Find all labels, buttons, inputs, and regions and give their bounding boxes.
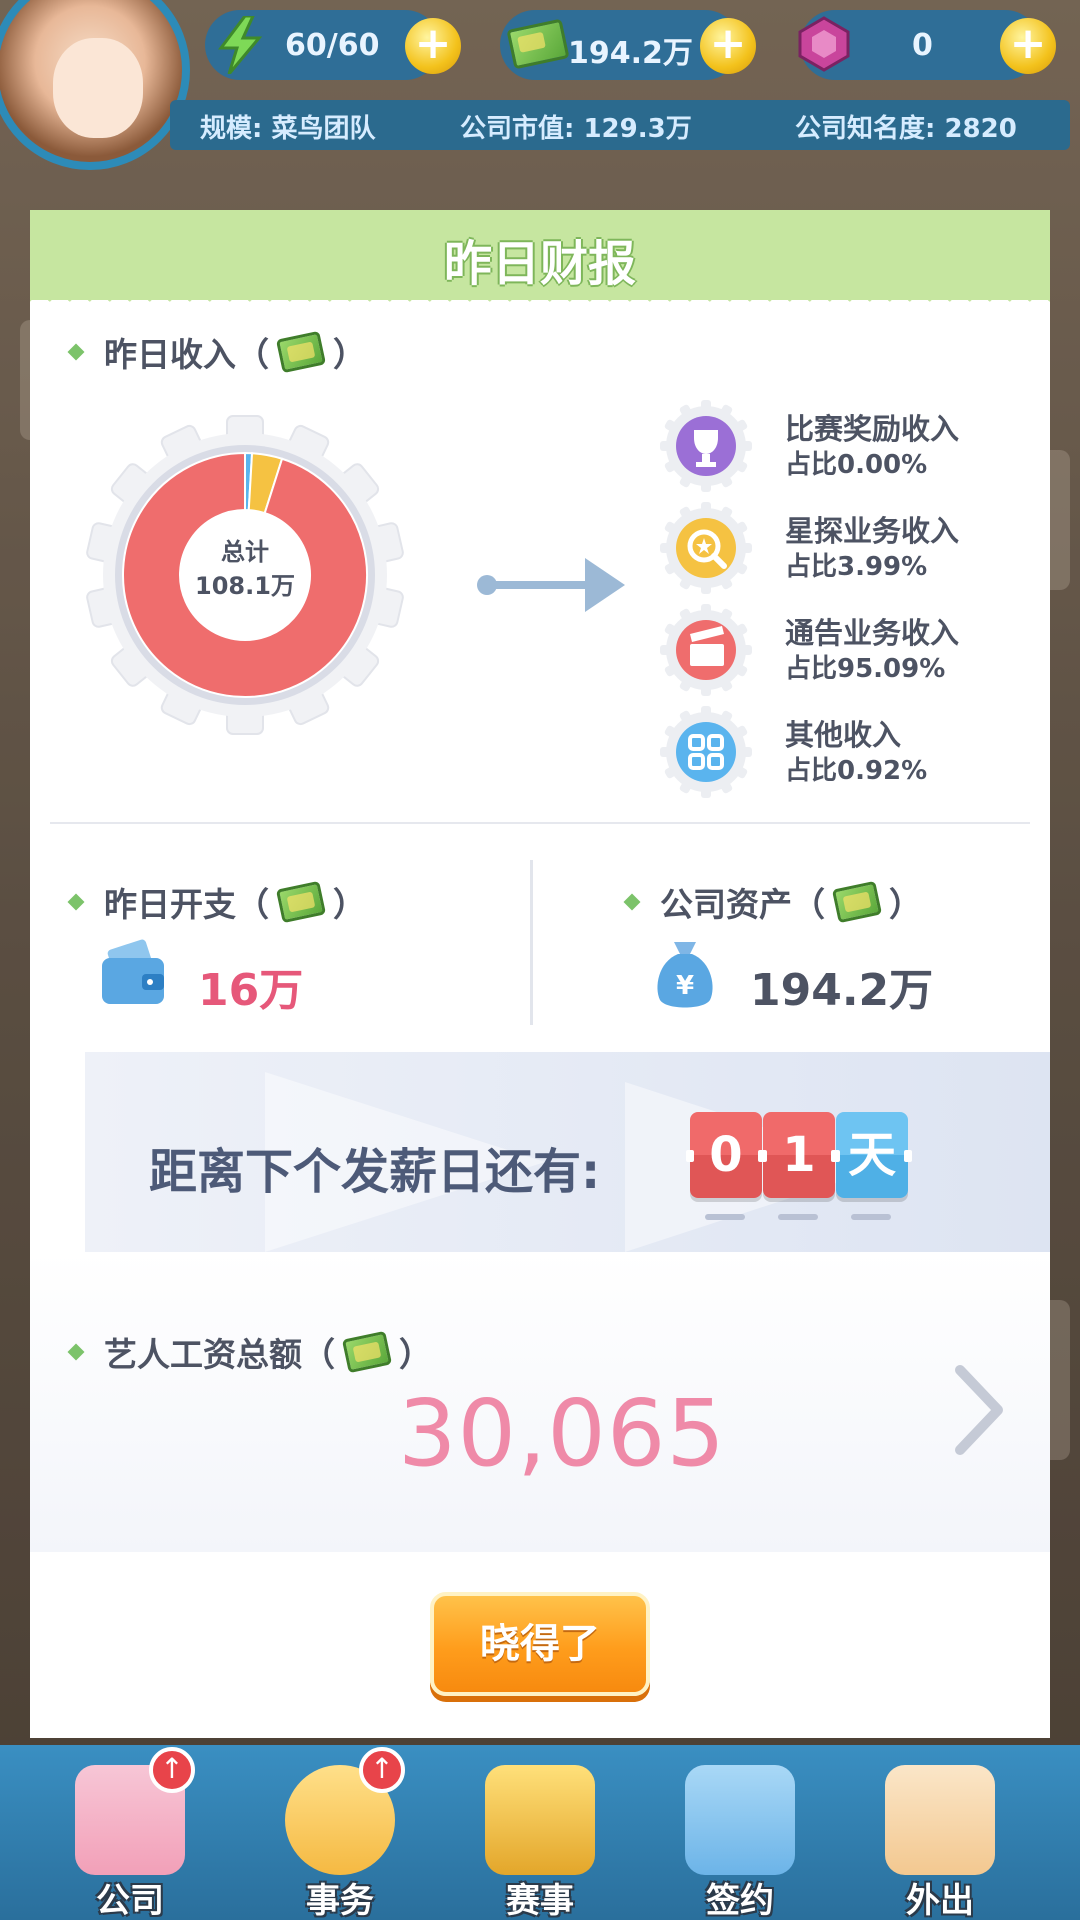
player-avatar[interactable]: [0, 0, 190, 170]
income-donut-chart: 总计 108.1万: [86, 415, 404, 735]
assets-value: 194.2万: [750, 965, 934, 1016]
nav-competition[interactable]: 赛事: [465, 1755, 615, 1920]
expense-value: 16万: [198, 965, 304, 1016]
divider-vertical: [530, 860, 533, 1025]
income-source-share: 占比0.00%: [785, 450, 928, 480]
cash-icon: [275, 330, 327, 374]
cash-icon: [506, 18, 570, 70]
clapper-icon: [660, 604, 752, 696]
ok-button[interactable]: 晓得了: [430, 1592, 650, 1696]
cash-value: 194.2万: [568, 36, 693, 71]
salary-total-value: 30,065: [398, 1380, 726, 1487]
countdown-digit-2: 1: [759, 1112, 839, 1198]
add-gems-button[interactable]: +: [1000, 18, 1056, 74]
gem-value: 0: [912, 28, 933, 63]
income-legend-item: 其他收入占比0.92%: [660, 706, 1000, 798]
income-legend-item: 通告业务收入占比95.09%: [660, 604, 1000, 696]
nav-outing[interactable]: 外出: [865, 1755, 1015, 1920]
dialog-title: 昨日财报: [443, 236, 636, 292]
grid-icon: [660, 706, 752, 798]
income-source-name: 通告业务收入: [785, 616, 960, 650]
nav-label: 事务: [306, 1881, 374, 1920]
wallet-icon: [102, 939, 164, 1004]
arrow-right-icon: [477, 558, 625, 612]
trophy-icon: [660, 400, 752, 492]
donut-total-value: 108.1万: [195, 572, 295, 600]
upgrade-arrow-icon: ↑: [359, 1747, 405, 1793]
nav-label: 赛事: [506, 1881, 574, 1920]
energy-value: 60/60: [285, 28, 380, 63]
gem-icon: [798, 16, 850, 72]
countdown-unit: 天: [832, 1112, 912, 1198]
company-scale: 规模: 菜鸟团队: [200, 114, 376, 144]
dialog-header: 昨日财报: [30, 210, 1050, 310]
income-source-name: 星探业务收入: [785, 514, 960, 548]
payday-countdown-label: 距离下个发薪日还有:: [149, 1144, 601, 1200]
nav-sign[interactable]: 签约: [665, 1755, 815, 1920]
bottom-nav: ↑ 公司 ↑ 事务 赛事 签约 外出: [0, 1745, 1080, 1920]
nav-label: 公司: [96, 1881, 164, 1920]
financial-report-dialog: 昨日财报 昨日收入（） 总计 108.1万 比赛奖励收入占比0.00% 星探业务收…: [30, 210, 1050, 1738]
search-star-icon: [660, 502, 752, 594]
income-source-name: 比赛奖励收入: [785, 412, 960, 446]
cash-icon: [341, 1330, 393, 1374]
company-info-strip: 规模: 菜鸟团队 公司市值: 129.3万 公司知名度: 2820: [170, 100, 1070, 150]
income-legend-item: 星探业务收入占比3.99%: [660, 502, 1000, 594]
nav-label: 外出: [906, 1881, 974, 1920]
company-market-value: 公司市值: 129.3万: [460, 114, 692, 144]
income-source-share: 占比0.92%: [785, 756, 928, 786]
countdown-digit-1: 0: [686, 1112, 766, 1198]
expense-section-title: 昨日开支（）: [67, 878, 366, 926]
add-cash-button[interactable]: +: [700, 18, 756, 74]
lightning-icon: [218, 16, 263, 74]
income-section-title: 昨日收入（）: [67, 328, 366, 376]
income-legend-item: 比赛奖励收入占比0.00%: [660, 400, 1000, 492]
add-energy-button[interactable]: +: [405, 18, 461, 74]
payday-banner: 距离下个发薪日还有: 0 1 天: [85, 1052, 1050, 1252]
assets-section-title: 公司资产（）: [623, 878, 922, 926]
cash-icon: [831, 880, 883, 924]
income-source-share: 占比3.99%: [785, 552, 928, 582]
trophy-icon: [485, 1765, 595, 1875]
income-source-name: 其他收入: [785, 718, 902, 752]
contract-icon: [685, 1765, 795, 1875]
donut-total-label: 总计: [221, 538, 269, 566]
money-bag-icon: ¥: [657, 942, 713, 1008]
door-icon: [885, 1765, 995, 1875]
energy-resource: 60/60 +: [205, 10, 461, 80]
income-source-share: 占比95.09%: [785, 654, 946, 684]
divider: [50, 822, 1030, 824]
chevron-right-icon[interactable]: [948, 1360, 1008, 1460]
company-fame: 公司知名度: 2820: [795, 114, 1017, 144]
top-bar: 60/60 + 194.2万 + 0 + 规模: 菜鸟团队 公司市值: 129.…: [0, 0, 1080, 170]
svg-text:¥: ¥: [676, 971, 694, 1001]
cash-resource: 194.2万 +: [500, 10, 756, 80]
cash-icon: [275, 880, 327, 924]
nav-affairs[interactable]: ↑ 事务: [265, 1747, 415, 1920]
gem-resource: 0 +: [798, 10, 1056, 80]
salary-section-title: 艺人工资总额（）: [67, 1328, 432, 1376]
upgrade-arrow-icon: ↑: [149, 1747, 195, 1793]
nav-label: 签约: [706, 1881, 774, 1920]
nav-company[interactable]: ↑ 公司: [55, 1747, 205, 1920]
